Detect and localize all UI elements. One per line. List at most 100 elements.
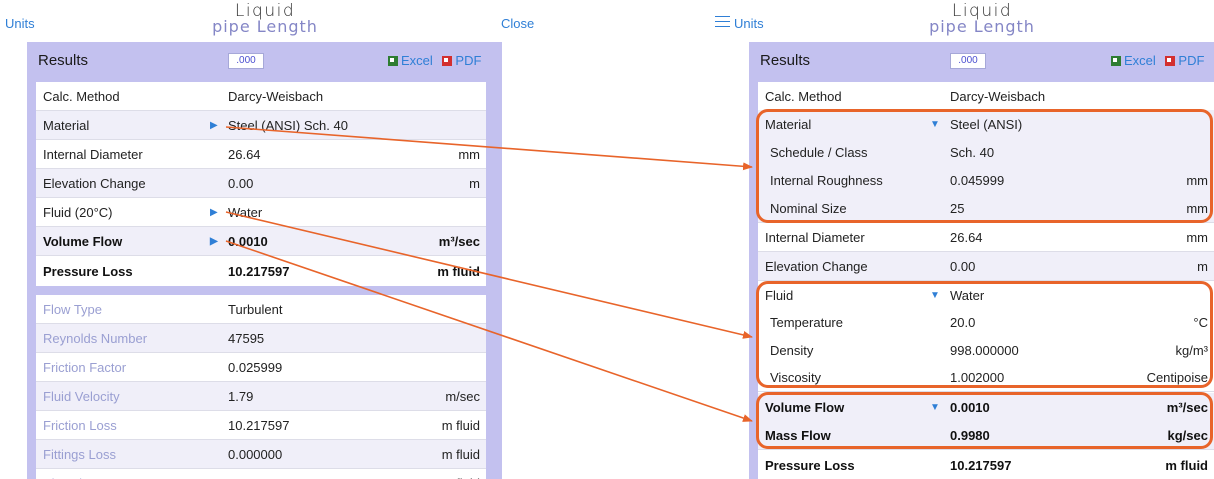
row-schedule-class[interactable]: Schedule / Class Sch. 40 — [758, 138, 1214, 167]
disclosure-down-icon[interactable]: ▼ — [930, 393, 940, 422]
row-label: Viscosity — [770, 370, 822, 385]
row-value: 26.64 — [950, 230, 983, 245]
logo-line-2: pipe Length — [212, 17, 318, 36]
row-nominal-size[interactable]: Nominal Size 25 mm — [758, 194, 1214, 223]
row-unit[interactable]: mm — [1186, 166, 1208, 195]
row-density[interactable]: Density 998.000000 kg/m³ — [758, 336, 1214, 365]
pdf-button[interactable]: PDF — [1178, 53, 1204, 68]
row-unit[interactable]: m — [469, 169, 480, 198]
pdf-icon[interactable] — [1165, 56, 1176, 66]
row-fluid-velocity: Fluid Velocity 1.79 m/sec — [36, 382, 486, 411]
row-unit[interactable]: mm — [1186, 194, 1208, 223]
row-elevation-change[interactable]: Elevation Change 0.00 m — [36, 169, 486, 198]
row-value: 998.000000 — [950, 343, 1019, 358]
row-unit[interactable]: m — [1197, 252, 1208, 281]
row-temperature[interactable]: Temperature 20.0 °C — [758, 308, 1214, 337]
row-unit[interactable]: m fluid — [1165, 451, 1208, 479]
disclosure-right-icon[interactable]: ▶ — [210, 227, 218, 256]
right-screen: Units Liquid pipe Length Results .000 Ex… — [708, 0, 1214, 479]
row-volume-flow[interactable]: Volume Flow ▼ 0.0010 m³/sec — [758, 393, 1214, 422]
excel-button[interactable]: Excel — [1124, 53, 1156, 68]
row-value: 10.217597 — [228, 418, 290, 433]
row-pressure-loss[interactable]: Pressure Loss 10.217597 m fluid — [758, 451, 1214, 479]
row-unit[interactable]: mm — [1186, 223, 1208, 252]
row-label: Pressure Loss — [765, 458, 855, 473]
row-value: Water — [950, 288, 985, 303]
pdf-button[interactable]: PDF — [455, 53, 481, 68]
row-calc-method[interactable]: Calc. Method Darcy-Weisbach — [36, 82, 486, 111]
excel-icon[interactable] — [388, 56, 398, 66]
row-internal-diameter[interactable]: Internal Diameter 26.64 mm — [758, 223, 1214, 252]
row-fluid[interactable]: Fluid (20°C) ▶ Water — [36, 198, 486, 227]
pdf-icon[interactable] — [442, 56, 453, 66]
row-unit[interactable]: m³/sec — [439, 227, 480, 256]
row-material[interactable]: Material ▼ Steel (ANSI) — [758, 110, 1214, 139]
row-unit[interactable]: m/sec — [445, 382, 480, 411]
row-value: 1.79 — [228, 389, 254, 404]
row-label: Fluid Velocity — [43, 389, 120, 404]
row-value: Darcy-Weisbach — [950, 89, 1046, 104]
row-elevation-change[interactable]: Elevation Change 0.00 m — [758, 252, 1214, 281]
row-internal-roughness[interactable]: Internal Roughness 0.045999 mm — [758, 166, 1214, 195]
row-unit[interactable]: m³/sec — [1167, 393, 1208, 422]
row-calc-method[interactable]: Calc. Method Darcy-Weisbach — [758, 82, 1214, 111]
excel-button[interactable]: Excel — [401, 53, 433, 68]
disclosure-right-icon[interactable]: ▶ — [210, 198, 218, 227]
row-viscosity[interactable]: Viscosity 1.002000 Centipoise — [758, 363, 1214, 392]
outputs-card: Flow Type Turbulent Reynolds Number 4759… — [36, 295, 486, 479]
row-label: Fittings Loss — [43, 447, 116, 462]
row-fluid[interactable]: Fluid ▼ Water — [758, 281, 1214, 310]
row-value: 20.0 — [950, 315, 976, 330]
close-button[interactable]: Close — [501, 16, 534, 32]
units-button[interactable]: Units — [5, 16, 35, 32]
excel-icon[interactable] — [1111, 56, 1121, 66]
disclosure-down-icon[interactable]: ▼ — [930, 281, 940, 310]
row-value: Steel (ANSI) Sch. 40 — [228, 118, 348, 133]
precision-selector[interactable]: .000 — [228, 53, 264, 69]
units-button[interactable]: Units — [734, 16, 764, 32]
row-label: Material — [765, 117, 812, 132]
row-unit[interactable]: m fluid — [442, 469, 480, 479]
row-volume-flow[interactable]: Volume Flow ▶ 0.0010 m³/sec — [36, 227, 486, 256]
row-internal-diameter[interactable]: Internal Diameter 26.64 mm — [36, 140, 486, 169]
row-label: Calc. Method — [765, 89, 842, 104]
top-navigation-bar: Units Liquid pipe Length — [708, 0, 1214, 36]
row-label: Schedule / Class — [770, 145, 868, 160]
results-header: Results .000 Excel PDF — [749, 42, 1214, 74]
row-label: Material — [43, 118, 90, 133]
row-unit[interactable]: m fluid — [442, 411, 480, 440]
row-label: Friction Loss — [43, 418, 117, 433]
row-value: Darcy-Weisbach — [228, 89, 324, 104]
row-label: Calc. Method — [43, 89, 120, 104]
row-value: 0.00 — [228, 176, 254, 191]
row-value: 0.0010 — [950, 400, 990, 415]
row-friction-factor: Friction Factor 0.025999 — [36, 353, 486, 382]
row-unit[interactable]: kg/sec — [1168, 421, 1208, 450]
row-value: 10.217597 — [950, 458, 1012, 473]
row-label: Internal Diameter — [765, 230, 865, 245]
row-unit[interactable]: m fluid — [437, 257, 480, 286]
row-material[interactable]: Material ▶ Steel (ANSI) Sch. 40 — [36, 111, 486, 140]
row-mass-flow[interactable]: Mass Flow 0.9980 kg/sec — [758, 421, 1214, 450]
row-label: Mass Flow — [765, 428, 831, 443]
precision-selector[interactable]: .000 — [950, 53, 986, 69]
row-label: Nominal Size — [770, 201, 847, 216]
row-value: Sch. 40 — [950, 145, 995, 160]
row-label: Friction Factor — [43, 360, 127, 375]
logo-line-2: pipe Length — [929, 17, 1035, 36]
row-label: Elevation Change — [43, 176, 146, 191]
disclosure-right-icon[interactable]: ▶ — [210, 111, 218, 140]
menu-icon[interactable] — [715, 16, 730, 28]
app-logo: Liquid pipe Length — [190, 3, 340, 35]
row-value: 25 — [950, 201, 965, 216]
row-pressure-loss[interactable]: Pressure Loss 10.217597 m fluid — [36, 257, 486, 286]
row-unit[interactable]: mm — [458, 140, 480, 169]
disclosure-down-icon[interactable]: ▼ — [930, 110, 940, 139]
row-label: Internal Diameter — [43, 147, 143, 162]
results-panel: Results .000 Excel PDF Calc. Method Darc… — [749, 42, 1214, 479]
row-unit[interactable]: m fluid — [442, 440, 480, 469]
row-unit[interactable]: kg/m³ — [1176, 336, 1209, 365]
row-unit[interactable]: °C — [1193, 308, 1208, 337]
row-unit[interactable]: Centipoise — [1147, 363, 1208, 392]
row-label: Elevation Change — [765, 259, 868, 274]
